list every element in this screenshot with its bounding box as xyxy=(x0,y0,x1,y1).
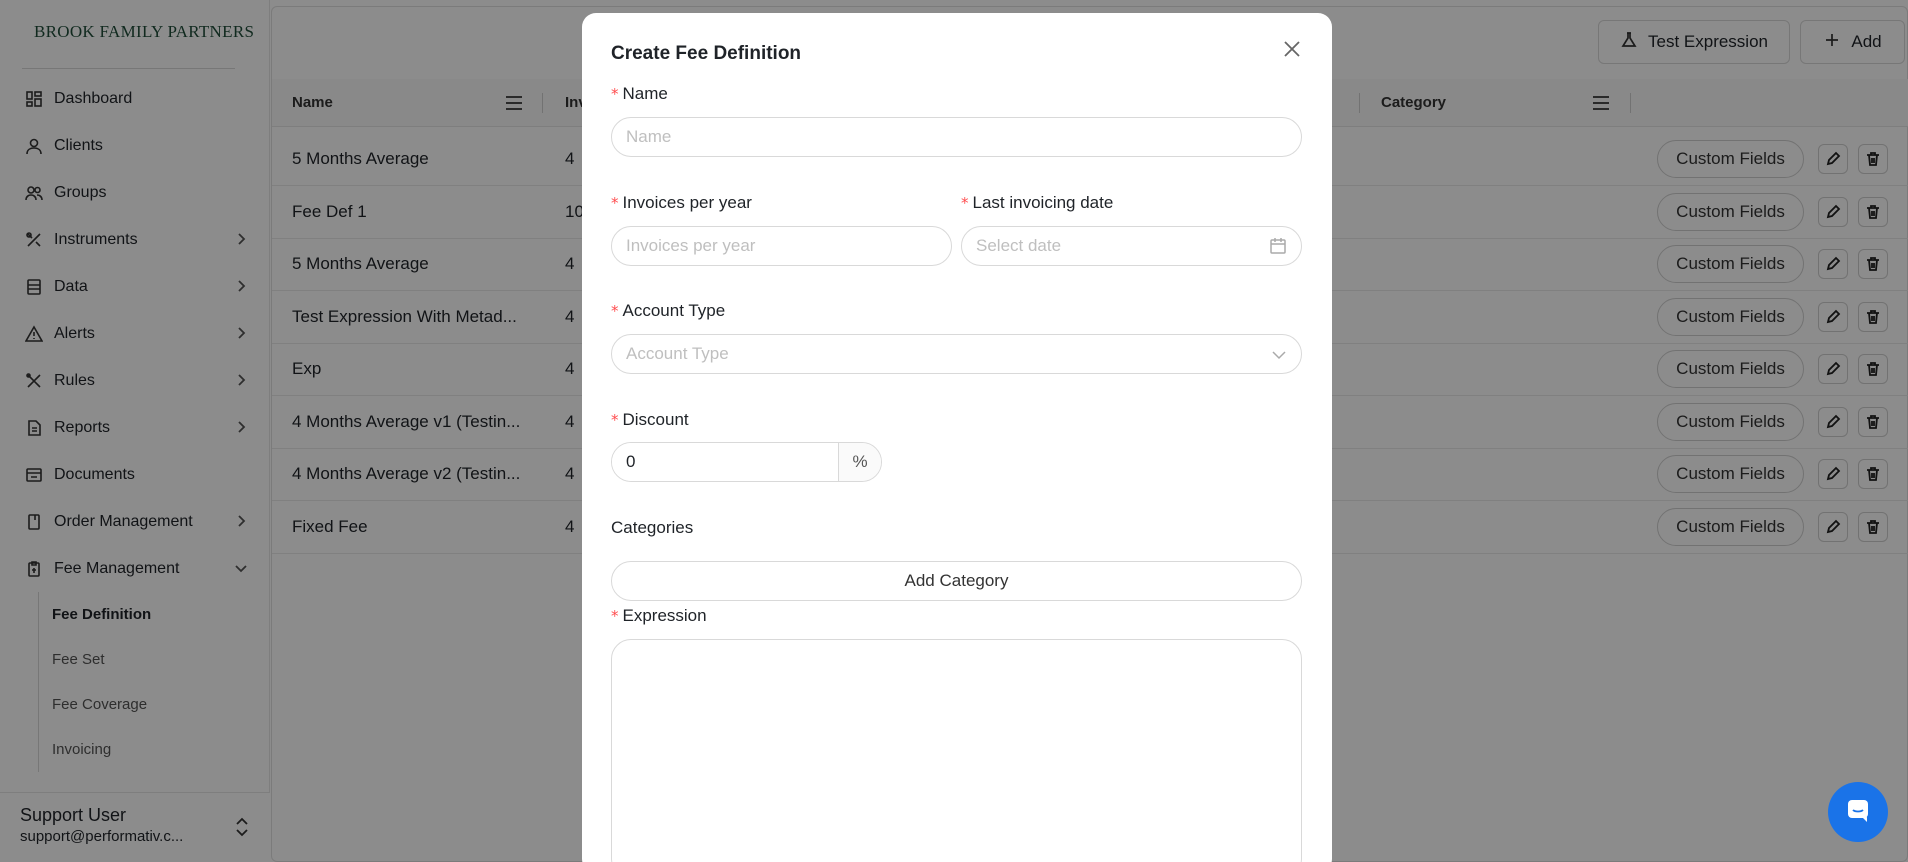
close-icon[interactable] xyxy=(1282,39,1306,63)
required-mark: * xyxy=(611,85,619,103)
calendar-icon[interactable] xyxy=(1269,237,1287,260)
discount-input[interactable] xyxy=(612,443,838,481)
required-mark: * xyxy=(611,194,619,212)
account-type-label-text: Account Type xyxy=(622,301,726,320)
last-invoicing-date-label: * Last invoicing date xyxy=(961,193,1113,213)
name-label: * Name xyxy=(611,84,668,104)
expression-label: * Expression xyxy=(611,606,707,626)
last-invoicing-date-picker[interactable] xyxy=(961,226,1302,266)
invoices-per-year-input[interactable] xyxy=(611,226,952,266)
chevron-down-icon[interactable] xyxy=(1270,346,1288,369)
required-mark: * xyxy=(611,607,619,625)
invoices-per-year-label: * Invoices per year xyxy=(611,193,752,213)
expression-editor[interactable] xyxy=(611,639,1302,862)
required-mark: * xyxy=(961,194,969,212)
discount-label: * Discount xyxy=(611,410,689,430)
invoices-label-text: Invoices per year xyxy=(622,193,752,212)
name-label-text: Name xyxy=(622,84,668,103)
last-date-label-text: Last invoicing date xyxy=(972,193,1114,212)
modal-title: Create Fee Definition xyxy=(611,43,802,64)
discount-field: % xyxy=(611,442,882,482)
expression-label-text: Expression xyxy=(622,606,707,625)
percent-addon: % xyxy=(838,443,881,481)
add-category-button[interactable]: Add Category xyxy=(611,561,1302,601)
name-input[interactable] xyxy=(611,117,1302,157)
required-mark: * xyxy=(611,411,619,429)
chat-icon xyxy=(1843,795,1873,830)
create-fee-definition-modal: Create Fee Definition *Name *Invoices pe… xyxy=(582,13,1332,862)
discount-label-text: Discount xyxy=(622,410,689,429)
required-mark: * xyxy=(611,302,619,320)
account-type-label: * Account Type xyxy=(611,301,725,321)
chat-support-button[interactable] xyxy=(1828,782,1888,842)
categories-label: Categories xyxy=(611,518,694,537)
account-type-select[interactable] xyxy=(611,334,1302,374)
